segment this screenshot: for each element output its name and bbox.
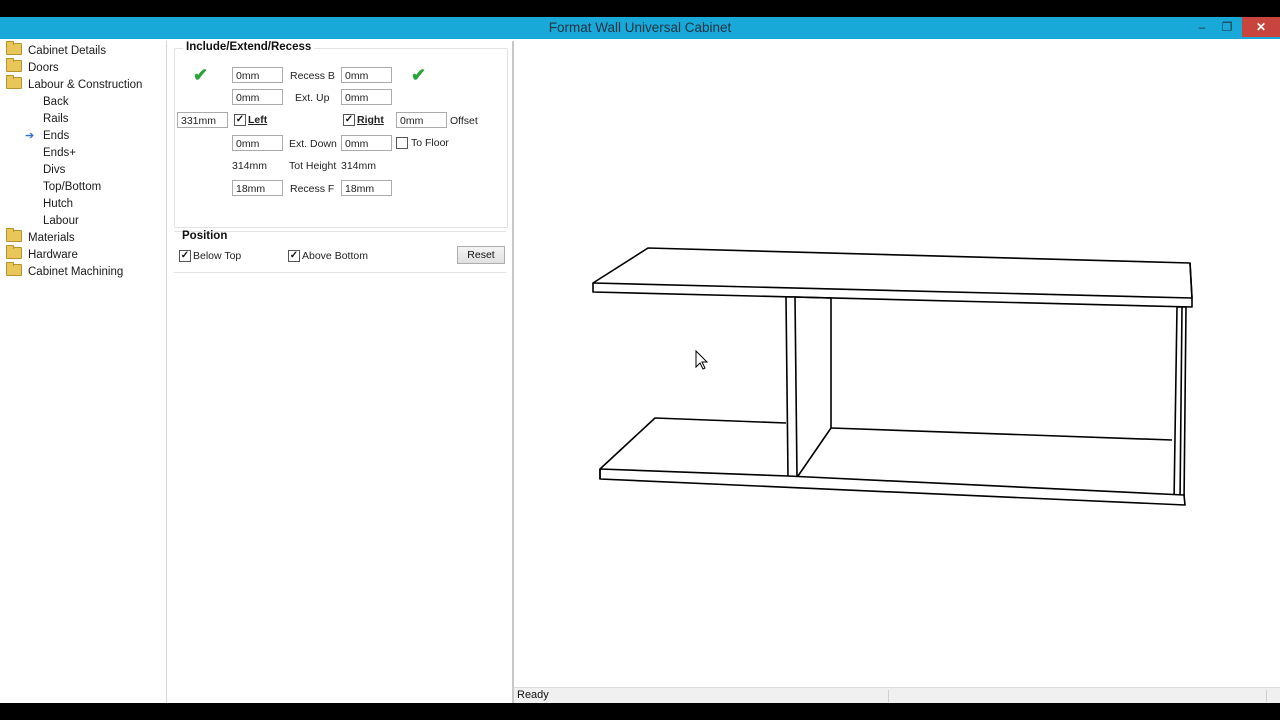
offset-input[interactable]: 0mm bbox=[396, 112, 447, 128]
folder-icon bbox=[6, 262, 22, 276]
mouse-cursor-icon bbox=[695, 349, 709, 370]
include-extend-recess-group: Include/Extend/Recess ✔ 0mm Recess B 0mm… bbox=[174, 41, 508, 228]
tree-item-hardware[interactable]: Hardware bbox=[6, 245, 78, 264]
right-checkbox[interactable]: ✓ bbox=[343, 114, 355, 126]
status-separator bbox=[888, 690, 889, 702]
to-floor-label: To Floor bbox=[411, 137, 449, 149]
tree-item-labour-construction[interactable]: Labour & Construction bbox=[6, 75, 143, 94]
folder-open-icon bbox=[6, 75, 22, 89]
status-separator bbox=[1266, 690, 1267, 702]
tree-item-ends-plus[interactable]: Ends+ bbox=[43, 145, 76, 162]
left-tot-height-value: 314mm bbox=[232, 160, 268, 172]
screen-bottom-band bbox=[0, 703, 1280, 720]
tree-item-label: Cabinet Details bbox=[28, 45, 106, 57]
tree-item-label: Doors bbox=[28, 62, 59, 74]
tree-item-hutch[interactable]: Hutch bbox=[43, 196, 73, 213]
tree-item-label: Ends bbox=[43, 130, 70, 142]
left-checkbox[interactable]: ✓ bbox=[234, 114, 246, 126]
above-bottom-label: Above Bottom bbox=[302, 250, 368, 262]
left-end-panel bbox=[785, 296, 798, 478]
folder-icon bbox=[6, 41, 22, 55]
tree-item-labour[interactable]: Labour bbox=[43, 213, 79, 230]
screen-top-band bbox=[0, 0, 1280, 17]
right-ext-up-input[interactable]: 0mm bbox=[341, 89, 392, 105]
bottom-panel-front bbox=[599, 468, 1186, 506]
ext-up-label: Ext. Up bbox=[295, 92, 330, 104]
cabinet-drawing bbox=[592, 247, 1193, 506]
left-end-side bbox=[794, 296, 832, 477]
title-bar[interactable]: Format Wall Universal Cabinet – ❐ ✕ bbox=[0, 17, 1280, 39]
top-panel bbox=[592, 247, 1193, 299]
left-include-check-icon: ✔ bbox=[193, 65, 209, 85]
right-recess-b-input[interactable]: 0mm bbox=[341, 67, 392, 83]
position-group: Position ✓ Below Top ✓ Above Bottom Rese… bbox=[174, 230, 506, 273]
tree-item-ends[interactable]: ➔ Ends bbox=[25, 128, 70, 145]
bottom-left-section bbox=[599, 417, 787, 470]
tree-item-doors[interactable]: Doors bbox=[6, 58, 59, 77]
left-recess-f-input[interactable]: 18mm bbox=[232, 180, 283, 196]
tree-item-top-bottom[interactable]: Top/Bottom bbox=[43, 179, 101, 196]
tree-item-back[interactable]: Back bbox=[43, 94, 69, 111]
folder-icon bbox=[6, 228, 22, 242]
folder-icon bbox=[6, 245, 22, 259]
right-tot-height-value: 314mm bbox=[341, 160, 377, 172]
left-label: Left bbox=[248, 114, 268, 126]
recess-b-label: Recess B bbox=[290, 70, 335, 82]
tree-item-cabinet-machining[interactable]: Cabinet Machining bbox=[6, 262, 124, 281]
close-button[interactable]: ✕ bbox=[1242, 17, 1280, 37]
folder-icon bbox=[6, 58, 22, 72]
tot-height-label: Tot Height bbox=[289, 160, 337, 172]
above-bottom-checkbox[interactable]: ✓ bbox=[288, 250, 300, 262]
tree-item-cabinet-details[interactable]: Cabinet Details bbox=[6, 41, 106, 60]
restore-button[interactable]: ❐ bbox=[1214, 17, 1240, 37]
ext-down-label: Ext. Down bbox=[289, 138, 337, 150]
left-ext-down-input[interactable]: 0mm bbox=[232, 135, 283, 151]
recess-f-label: Recess F bbox=[290, 183, 335, 195]
right-label: Right bbox=[357, 114, 384, 126]
status-text: Ready bbox=[517, 689, 549, 701]
bottom-inner-back bbox=[830, 427, 1173, 441]
reset-button[interactable]: Reset bbox=[457, 246, 505, 264]
minimize-button[interactable]: – bbox=[1190, 17, 1214, 37]
left-recess-b-input[interactable]: 0mm bbox=[232, 67, 283, 83]
tree-item-label: Hardware bbox=[28, 249, 78, 261]
status-bar: Ready bbox=[514, 687, 1280, 704]
right-recess-f-input[interactable]: 18mm bbox=[341, 180, 392, 196]
tree-item-materials[interactable]: Materials bbox=[6, 228, 75, 247]
window-title: Format Wall Universal Cabinet bbox=[548, 20, 732, 35]
tree-item-label: Materials bbox=[28, 232, 75, 244]
left-ext-up-input[interactable]: 0mm bbox=[232, 89, 283, 105]
tree-item-divs[interactable]: Divs bbox=[43, 162, 65, 179]
to-floor-checkbox[interactable] bbox=[396, 137, 408, 149]
navigation-tree: Cabinet Details Doors Labour & Construct… bbox=[2, 41, 167, 703]
cabinet-3d-viewport[interactable] bbox=[514, 39, 1280, 687]
selected-arrow-icon: ➔ bbox=[25, 130, 35, 142]
offset-label: Offset bbox=[450, 115, 478, 127]
right-ext-down-input[interactable]: 0mm bbox=[341, 135, 392, 151]
below-top-checkbox[interactable]: ✓ bbox=[179, 250, 191, 262]
below-top-label: Below Top bbox=[193, 250, 242, 262]
properties-panel: Include/Extend/Recess ✔ 0mm Recess B 0mm… bbox=[168, 41, 514, 703]
tree-item-label: Labour & Construction bbox=[28, 79, 143, 91]
tree-item-label: Cabinet Machining bbox=[28, 266, 124, 278]
app-window: Format Wall Universal Cabinet – ❐ ✕ Cabi… bbox=[0, 17, 1280, 704]
tree-item-rails[interactable]: Rails bbox=[43, 111, 69, 128]
right-include-check-icon: ✔ bbox=[411, 65, 427, 85]
group-title: Include/Extend/Recess bbox=[183, 41, 315, 53]
left-width-input[interactable]: 331mm bbox=[177, 112, 228, 128]
group-title: Position bbox=[182, 230, 228, 242]
